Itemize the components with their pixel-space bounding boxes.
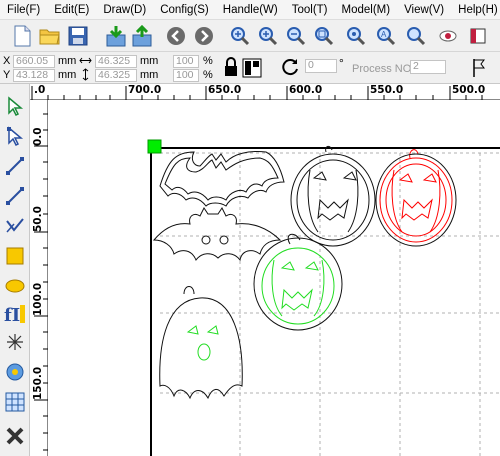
menu-file[interactable]: File(F) (0, 4, 47, 16)
y-label: Y (3, 69, 11, 81)
back-icon[interactable] (164, 24, 188, 48)
ruler-h-label: 500.0 (452, 84, 486, 96)
canvas-graphics (147, 139, 500, 456)
x-unit-label: mm (58, 55, 77, 67)
ruler-v-label: 150.0 (32, 366, 44, 400)
zoom-out-icon[interactable] (284, 24, 308, 48)
ruler-v-label: 0.0 (32, 127, 44, 146)
ruler-v-label: 100.0 (32, 282, 44, 316)
menu-edit[interactable]: Edit(E) (47, 4, 96, 16)
import-icon[interactable] (104, 24, 128, 48)
curve-tool-icon[interactable] (3, 214, 27, 238)
rotation-field[interactable]: 0 (305, 59, 337, 73)
property-bar: X Y 660.05 43.128 mm mm 46.325 46.325 mm… (0, 52, 500, 84)
height-field[interactable]: 46.325 (95, 69, 137, 82)
zoom-in-icon[interactable] (228, 24, 252, 48)
degree-label: ° (339, 56, 344, 70)
array-grid-icon[interactable] (3, 390, 27, 414)
zoom-in-2-icon[interactable] (256, 24, 280, 48)
zoom-all-icon[interactable] (344, 24, 368, 48)
flag-icon[interactable] (472, 58, 488, 81)
zoom-select-icon[interactable]: A (374, 24, 398, 48)
line-tool-icon[interactable] (3, 154, 27, 178)
lock-icon[interactable] (224, 57, 238, 80)
ruler-h-label: 600.0 (289, 84, 323, 96)
scale-y-percent: % (203, 69, 213, 81)
ghost-face (186, 325, 219, 361)
svg-text:A: A (381, 30, 387, 39)
menu-help[interactable]: Help(H) (451, 4, 500, 16)
svg-text:fI: fI (4, 305, 20, 325)
ruler-h-label: 550.0 (370, 84, 404, 96)
ruler-v-ticks (34, 113, 48, 451)
main-toolbar: A (0, 20, 500, 52)
zoom-page-icon[interactable] (312, 24, 336, 48)
menu-bar: File(F) Edit(E) Draw(D) Config(S) Handle… (0, 0, 500, 20)
menu-handle[interactable]: Handle(W) (216, 4, 285, 16)
horizontal-ruler: .0 700.0 650.0 600.0 550.0 500.0 (30, 84, 500, 100)
rectangle-tool-icon[interactable] (3, 244, 27, 268)
menu-draw[interactable]: Draw(D) (96, 4, 153, 16)
menu-config[interactable]: Config(S) (153, 4, 216, 16)
x-position-field[interactable]: 660.05 (13, 55, 55, 68)
new-file-icon[interactable] (10, 24, 34, 48)
drawing-canvas[interactable] (48, 100, 500, 456)
width-arrow-icon (79, 55, 92, 69)
ellipse-tool-icon[interactable] (3, 274, 27, 298)
bat-shape-top[interactable] (159, 151, 285, 207)
ruler-h-ticks (31, 86, 483, 100)
ghost-shape[interactable] (159, 286, 243, 400)
forward-icon[interactable] (192, 24, 216, 48)
mirror-icon[interactable] (242, 58, 262, 81)
ruler-h-label: .0 (34, 84, 46, 96)
work-area-border (150, 147, 500, 456)
scale-x-field[interactable]: 100 (173, 55, 199, 68)
pumpkin-green-outline (253, 233, 343, 331)
view-eye-icon[interactable] (436, 24, 460, 48)
draw-tool-palette: fI (0, 84, 30, 456)
export-icon[interactable] (130, 24, 154, 48)
x-label: X (3, 55, 11, 67)
y-position-field[interactable]: 43.128 (13, 69, 55, 82)
bat-shape-bottom[interactable] (152, 207, 282, 262)
pumpkin-red[interactable] (379, 149, 453, 243)
width-field[interactable]: 46.325 (95, 55, 137, 68)
scale-x-percent: % (203, 55, 213, 67)
save-icon[interactable] (66, 24, 90, 48)
box-icon[interactable] (466, 24, 490, 48)
polyline-tool-icon[interactable] (3, 184, 27, 208)
height-unit-label: mm (140, 69, 159, 81)
open-folder-icon[interactable] (38, 24, 62, 48)
rotate-icon[interactable] (282, 58, 300, 79)
ruler-h-label: 700.0 (128, 84, 162, 96)
delete-x-icon[interactable] (3, 424, 27, 448)
width-unit-label: mm (140, 55, 159, 67)
height-arrow-icon (80, 68, 91, 84)
pumpkin-red-outline (375, 153, 457, 247)
menu-tool[interactable]: Tool(T) (285, 4, 335, 16)
y-unit-label: mm (58, 69, 77, 81)
zoom-window-icon[interactable] (404, 24, 428, 48)
star-tool-icon[interactable] (3, 330, 27, 354)
menu-model[interactable]: Model(M) (335, 4, 398, 16)
ruler-h-label: 650.0 (208, 84, 242, 96)
pumpkin-black[interactable] (290, 145, 376, 247)
node-edit-icon[interactable] (3, 124, 27, 148)
process-no-field[interactable]: 2 (410, 60, 446, 74)
scale-y-field[interactable]: 100 (173, 69, 199, 82)
camera-tool-icon[interactable] (3, 360, 27, 384)
select-arrow-icon[interactable] (3, 94, 27, 118)
ruler-v-label: 50.0 (32, 206, 44, 232)
origin-handle[interactable] (147, 139, 162, 154)
process-no-label: Process NO: (352, 63, 415, 75)
text-tool-icon[interactable]: fI (3, 302, 27, 326)
menu-view[interactable]: View(V) (397, 4, 451, 16)
vertical-ruler: 0.0 50.0 100.0 150.0 (30, 100, 48, 456)
